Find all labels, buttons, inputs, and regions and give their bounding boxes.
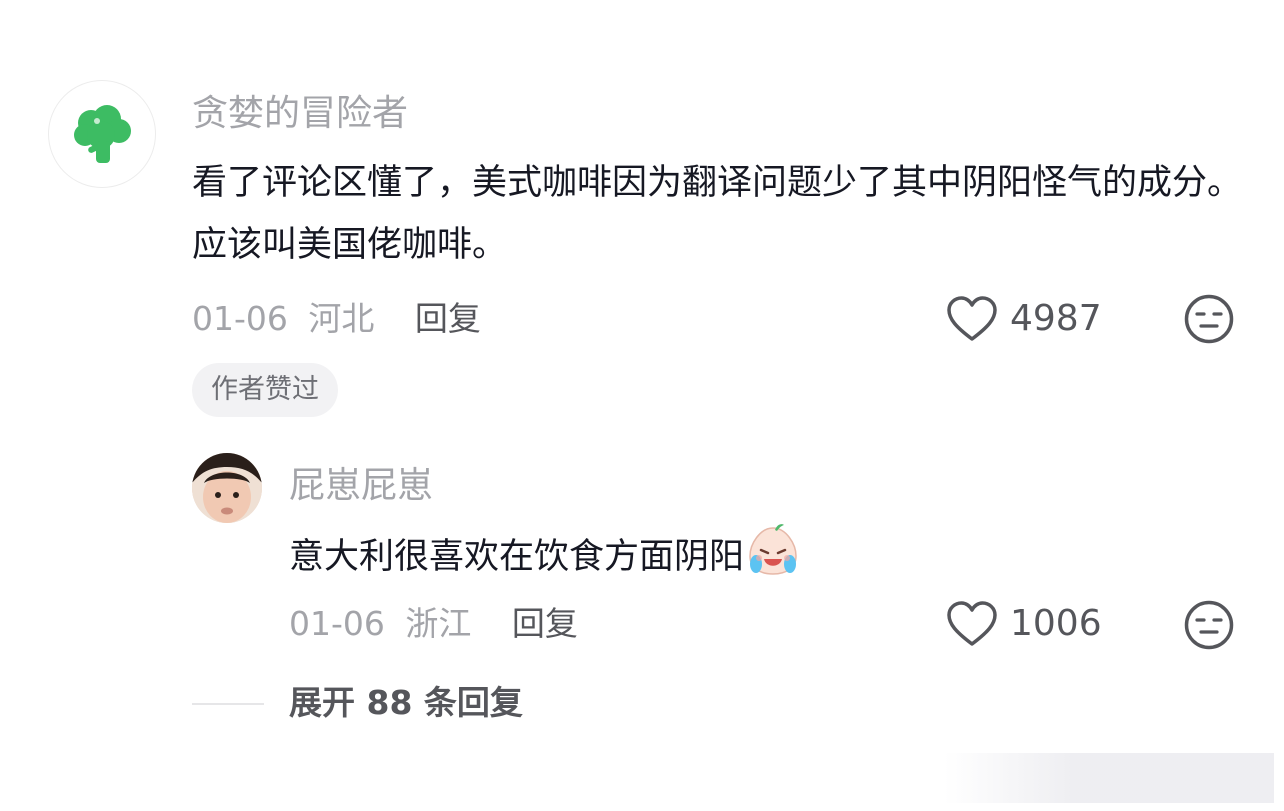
expand-divider xyxy=(192,703,264,705)
reply-like-count: 1006 xyxy=(1010,603,1102,644)
comment-username[interactable]: 贪婪的冒险者 xyxy=(192,96,408,132)
reply-like-button[interactable]: 1006 xyxy=(946,601,1102,647)
reply-text: 意大利很喜欢在饮食方面阴阳 xyxy=(289,537,745,577)
expand-replies-button[interactable]: 展开 88 条回复 xyxy=(289,686,523,719)
avatar[interactable] xyxy=(48,80,156,188)
reply-avatar[interactable] xyxy=(192,453,262,523)
reply-meta: 01-06 浙江 回复 xyxy=(289,607,578,640)
like-button[interactable]: 4987 xyxy=(946,296,1102,342)
dislike-face-icon[interactable] xyxy=(1184,294,1234,344)
comment-meta: 01-06 河北 回复 xyxy=(192,302,481,335)
heart-icon xyxy=(947,601,997,646)
crying-laughing-emoji-icon xyxy=(749,524,797,575)
comment-location: 河北 xyxy=(308,299,375,338)
child-photo-avatar-icon xyxy=(192,453,262,523)
reply-location: 浙江 xyxy=(405,604,472,643)
watermark xyxy=(944,753,1274,803)
broccoli-icon xyxy=(74,105,131,163)
comment-date: 01-06 xyxy=(192,299,288,338)
comment-text: 看了评论区懂了，美式咖啡因为翻译问题少了其中阴阳怪气的成分。应该叫美国佬咖啡。 xyxy=(192,163,1243,265)
reply-username[interactable]: 屁崽屁崽 xyxy=(289,468,433,504)
reply-button[interactable]: 回复 xyxy=(415,299,481,338)
reply-date: 01-06 xyxy=(289,604,385,643)
reply-dislike-face-icon[interactable] xyxy=(1184,600,1234,650)
author-liked-badge: 作者赞过 xyxy=(192,363,338,417)
reply-reply-button[interactable]: 回复 xyxy=(512,604,578,643)
like-count: 4987 xyxy=(1010,298,1102,339)
reply-text-line: 意大利很喜欢在饮食方面阴阳 xyxy=(289,522,802,588)
heart-icon xyxy=(947,296,997,341)
